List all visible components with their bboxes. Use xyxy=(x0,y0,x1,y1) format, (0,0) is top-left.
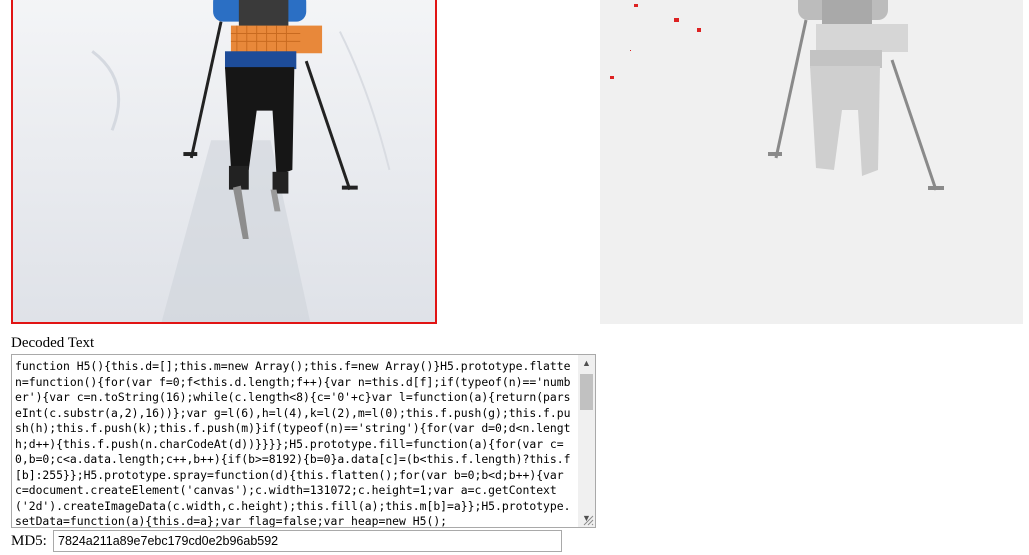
decoded-text-label: Decoded Text xyxy=(11,335,95,351)
md5-input[interactable] xyxy=(53,530,562,552)
resize-grip-icon[interactable] xyxy=(582,514,594,526)
scroll-up-icon[interactable]: ▲ xyxy=(578,355,595,372)
decoded-text-area[interactable]: function H5(){this.d=[];this.m=new Array… xyxy=(12,355,578,527)
md5-label: MD5: xyxy=(11,533,47,549)
decoded-text-box[interactable]: function H5(){this.d=[];this.m=new Array… xyxy=(11,354,596,528)
scroll-thumb[interactable] xyxy=(580,374,593,410)
processed-image xyxy=(600,0,1023,324)
vertical-scrollbar[interactable]: ▲ ▼ xyxy=(578,355,595,527)
original-image xyxy=(11,0,437,324)
skier-photo xyxy=(13,0,435,322)
skier-photo-grayscale xyxy=(600,0,1023,324)
